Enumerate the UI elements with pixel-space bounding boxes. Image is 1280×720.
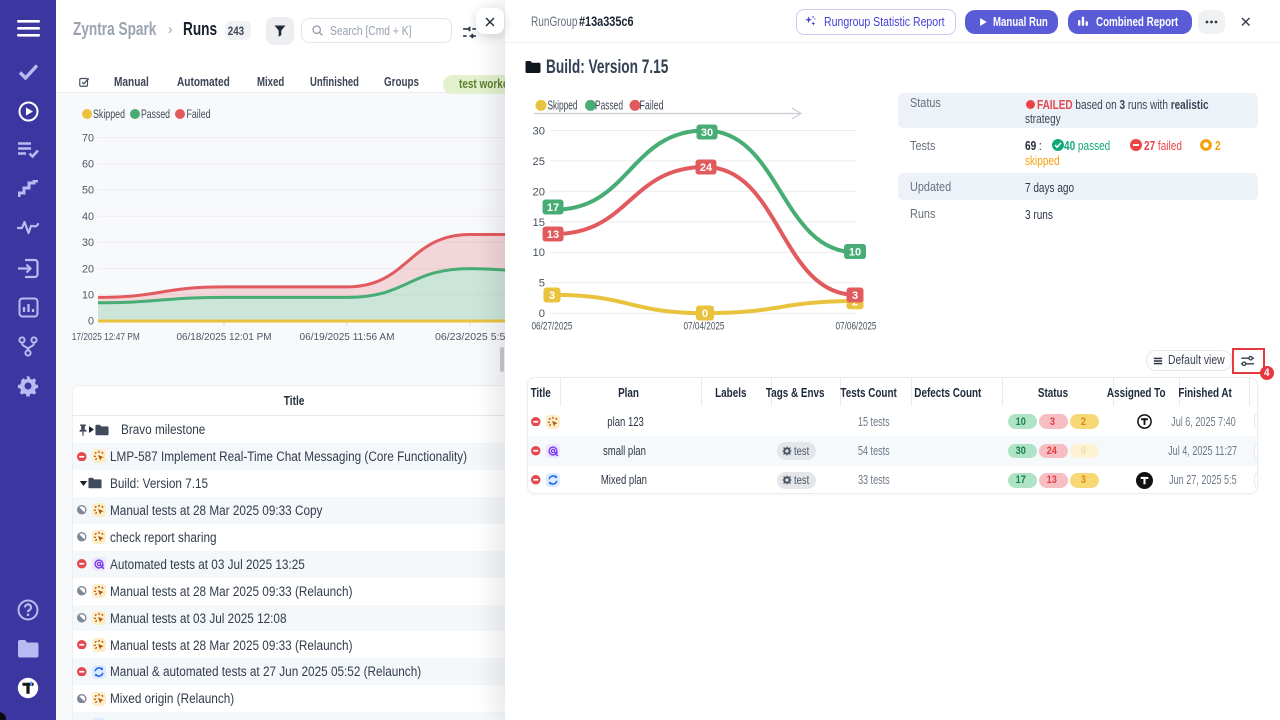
svg-text:06/18/2025 12:01 PM: 06/18/2025 12:01 PM [177,331,272,343]
svg-text:0: 0 [88,316,94,328]
svg-text:60: 60 [82,159,94,171]
svg-text:10: 10 [82,290,94,302]
svg-text:30: 30 [82,237,94,249]
svg-text:13: 13 [547,229,559,241]
svg-text:20: 20 [82,263,94,275]
svg-text:06/23/2025 5:52 PM: 06/23/2025 5:52 PM [435,331,505,343]
svg-text:70: 70 [82,132,94,144]
svg-text:24: 24 [700,162,713,174]
svg-text:17: 17 [547,202,559,214]
svg-text:Failed: Failed [640,99,664,113]
svg-text:30: 30 [701,127,713,139]
svg-text:Passed: Passed [141,107,170,121]
svg-text:0: 0 [539,308,545,320]
svg-text:25: 25 [533,156,545,168]
svg-text:40: 40 [82,211,94,223]
svg-text:06/27/2025: 06/27/2025 [532,321,573,333]
svg-text:30: 30 [533,125,545,137]
svg-text:5: 5 [539,278,545,290]
svg-text:Skipped: Skipped [548,99,578,113]
svg-text:15: 15 [533,217,545,229]
svg-text:17/2025 12:47 PM: 17/2025 12:47 PM [72,331,140,343]
svg-text:3: 3 [549,290,555,302]
svg-text:Passed: Passed [595,99,623,113]
svg-text:10: 10 [849,247,861,259]
svg-text:Failed: Failed [187,107,211,121]
svg-text:20: 20 [533,186,545,198]
svg-text:Skipped: Skipped [93,107,125,121]
svg-text:07/04/2025: 07/04/2025 [684,321,725,333]
svg-text:10: 10 [533,247,545,259]
svg-text:06/19/2025 11:56 AM: 06/19/2025 11:56 AM [300,331,395,343]
svg-text:07/06/2025: 07/06/2025 [836,321,877,333]
svg-text:50: 50 [82,185,94,197]
svg-text:3: 3 [852,290,858,302]
svg-text:0: 0 [702,308,708,320]
